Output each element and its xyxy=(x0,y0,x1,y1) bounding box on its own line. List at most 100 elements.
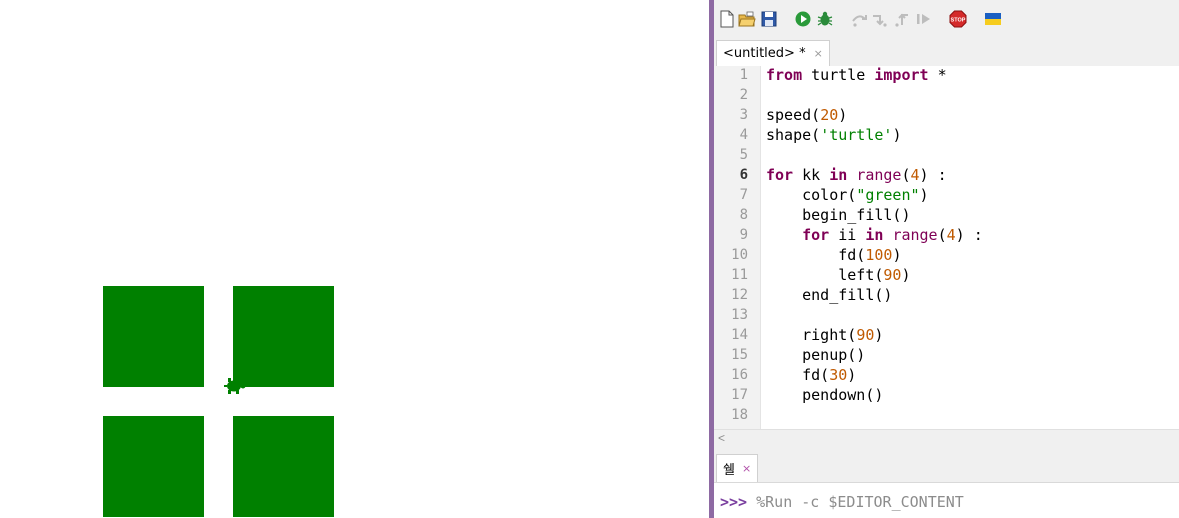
turtle-icon xyxy=(224,378,246,394)
code-token: 4 xyxy=(910,166,920,184)
line-number: 12 xyxy=(731,287,748,303)
code-line: for ii in range(4) : xyxy=(766,225,983,245)
code-token: 30 xyxy=(829,366,848,384)
tab-shell[interactable]: 쉘 × xyxy=(716,454,759,482)
code-line: fd(30) xyxy=(766,365,856,385)
code-token: ( xyxy=(901,166,911,184)
code-token: ) xyxy=(838,106,848,124)
code-editor[interactable]: 1 2 3 4 5 6 7 8 9 10 11 12 13 14 15 16 17 18 from turtle … xyxy=(714,66,1179,429)
toolbar: STOP xyxy=(714,0,1179,40)
code-token: in xyxy=(865,226,884,244)
code-line: penup() xyxy=(766,345,865,365)
debug-icon[interactable] xyxy=(816,10,834,28)
code-token: from xyxy=(766,66,803,84)
code-token: shape( xyxy=(766,126,821,144)
new-file-icon[interactable] xyxy=(718,10,736,28)
code-token: kk xyxy=(793,166,830,184)
line-number: 6 xyxy=(739,167,748,183)
code-line: begin_fill() xyxy=(766,205,911,225)
green-square-top-left xyxy=(103,286,204,387)
svg-text:STOP: STOP xyxy=(951,18,966,24)
tab-untitled-label: <untitled> * xyxy=(723,46,806,61)
tab-shell-label: 쉘 xyxy=(723,463,735,478)
code-token: ) xyxy=(847,366,857,384)
code-line: right(90) xyxy=(766,325,883,345)
code-token: ) xyxy=(892,126,902,144)
code-token: fd( xyxy=(766,366,830,384)
code-token: 'turtle' xyxy=(820,126,893,144)
code-token: begin_fill() xyxy=(766,206,911,224)
code-token: range xyxy=(856,166,902,184)
code-token: speed( xyxy=(766,106,821,124)
line-number: 3 xyxy=(739,107,748,123)
code-token: color( xyxy=(766,186,857,204)
code-token: ) xyxy=(919,186,929,204)
line-number-gutter: 1 2 3 4 5 6 7 8 9 10 11 12 13 14 15 16 17 18 xyxy=(714,66,761,429)
code-token: penup() xyxy=(766,346,866,364)
code-token: right( xyxy=(766,326,857,344)
line-number: 10 xyxy=(731,247,748,263)
line-number: 17 xyxy=(731,387,748,403)
step-into-icon[interactable] xyxy=(871,10,889,28)
close-tab-icon[interactable]: × xyxy=(814,47,823,60)
editor-tab-bar: <untitled> * × xyxy=(714,40,1179,67)
code-token: ) : xyxy=(919,166,947,184)
open-file-icon[interactable] xyxy=(738,10,756,28)
line-number: 13 xyxy=(731,307,748,323)
step-over-icon[interactable] xyxy=(850,10,868,28)
shell-command: %Run -c $EDITOR_CONTENT xyxy=(756,493,964,511)
code-token: 20 xyxy=(820,106,839,124)
line-number: 18 xyxy=(731,407,748,423)
code-token: end_fill() xyxy=(766,286,893,304)
line-number: 14 xyxy=(731,327,748,343)
code-token: pendown() xyxy=(766,386,884,404)
scroll-left-arrow[interactable]: < xyxy=(718,430,725,447)
code-token: in xyxy=(829,166,848,184)
code-line: left(90) xyxy=(766,265,910,285)
code-line: speed(20) xyxy=(766,105,847,125)
code-token: left( xyxy=(766,266,884,284)
code-token: turtle xyxy=(802,66,875,84)
code-token: for xyxy=(802,226,830,244)
code-token: fd( xyxy=(766,246,866,264)
code-token: ii xyxy=(829,226,866,244)
stop-icon[interactable]: STOP xyxy=(949,10,967,28)
save-icon[interactable] xyxy=(760,10,778,28)
code-token: ) : xyxy=(955,226,983,244)
horizontal-scrollbar[interactable]: < xyxy=(714,429,1179,447)
line-number: 8 xyxy=(739,207,748,223)
code-token: ( xyxy=(937,226,947,244)
code-token: import xyxy=(874,66,929,84)
line-number: 2 xyxy=(739,87,748,103)
green-square-bottom-left xyxy=(103,416,204,517)
code-token: 100 xyxy=(865,246,893,264)
tab-untitled[interactable]: <untitled> * × xyxy=(716,40,830,66)
line-number: 5 xyxy=(739,147,748,163)
code-token: "green" xyxy=(856,186,920,204)
line-number: 7 xyxy=(739,187,748,203)
code-line: pendown() xyxy=(766,385,883,405)
line-number: 11 xyxy=(731,267,748,283)
step-out-icon[interactable] xyxy=(893,10,911,28)
code-line: shape('turtle') xyxy=(766,125,901,145)
code-line: from turtle import * xyxy=(766,66,947,85)
code-line: for kk in range(4) : xyxy=(766,165,947,185)
resume-icon[interactable] xyxy=(914,10,932,28)
code-token: for xyxy=(766,166,794,184)
code-token: ) xyxy=(874,326,884,344)
code-line: end_fill() xyxy=(766,285,892,305)
code-line: color("green") xyxy=(766,185,929,205)
ukraine-flag-icon[interactable] xyxy=(984,10,1002,28)
shell-console[interactable]: >>> %Run -c $EDITOR_CONTENT xyxy=(714,483,1179,518)
close-shell-tab-icon[interactable]: × xyxy=(742,462,751,475)
run-icon[interactable] xyxy=(794,10,812,28)
ide-window: STOP <untitled> * × 1 2 3 4 5 6 7 8 9 10 11 12 13 14 1… xyxy=(714,0,1179,518)
line-number: 15 xyxy=(731,347,748,363)
line-number: 16 xyxy=(731,367,748,383)
code-token: * xyxy=(928,66,947,84)
shell-tab-bar: 쉘 × xyxy=(714,446,1179,483)
turtle-canvas xyxy=(0,0,709,518)
code-line: fd(100) xyxy=(766,245,901,265)
